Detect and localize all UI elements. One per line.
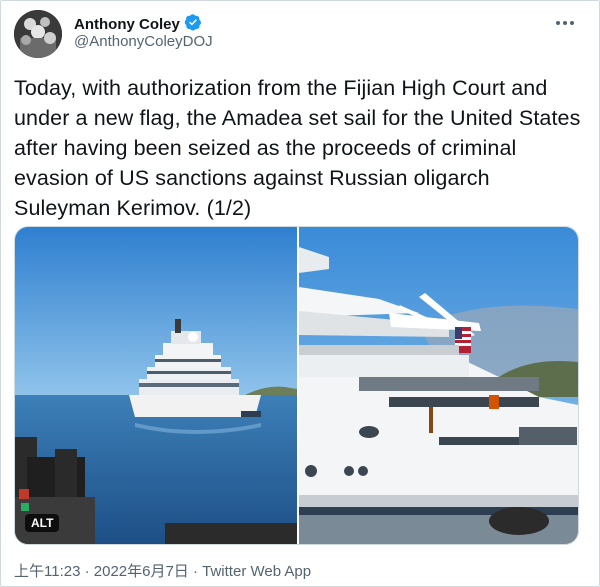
photo-yacht-closeup[interactable] xyxy=(299,227,578,544)
tweet-card: Anthony Coley @AnthonyColeyDOJ Today, wi… xyxy=(0,0,600,587)
alt-badge[interactable]: ALT xyxy=(25,514,60,532)
media-grid: ALT xyxy=(14,226,579,545)
avatar[interactable] xyxy=(14,10,62,58)
avatar-image xyxy=(14,10,62,58)
author-handle[interactable]: @AnthonyColeyDOJ xyxy=(74,33,213,50)
tweet-text: Today, with authorization from the Fijia… xyxy=(14,76,581,220)
more-icon[interactable] xyxy=(553,13,577,33)
photo-yacht-at-sea[interactable]: ALT xyxy=(15,227,297,544)
author-name[interactable]: Anthony Coley xyxy=(74,16,180,33)
tweet-timestamp[interactable]: 上午11:23 · 2022年6月7日 · Twitter Web App xyxy=(14,560,311,581)
